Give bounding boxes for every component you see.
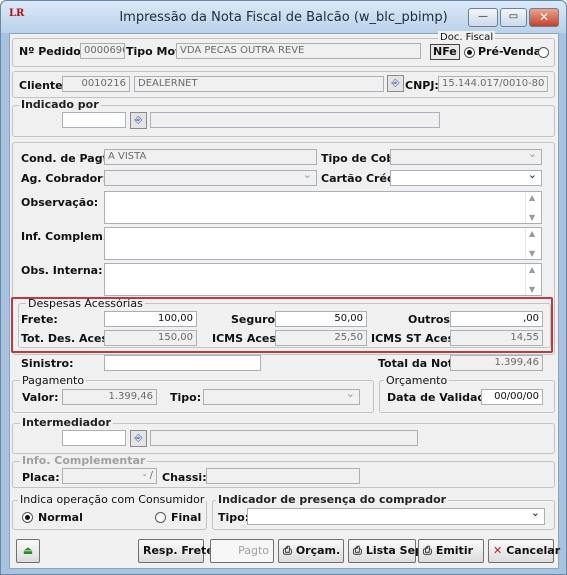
lista-sep-label: Lista Sep [365,544,423,557]
indicado-codigo-field[interactable] [62,112,126,128]
presenca-title: Indicador de presença do comprador [216,493,449,506]
orcam-button[interactable]: ⎙ Orçam. [278,539,344,563]
indicado-nome-field[interactable] [150,112,440,128]
inf-complem-textarea[interactable]: ▲ ▼ [104,227,542,260]
tipo-cob-select[interactable] [390,149,542,165]
intermediador-nome-field[interactable] [150,430,418,446]
cancelar-label: Cancelar [506,544,561,557]
cond-pagto-field[interactable]: A VISTA [104,149,317,165]
obs-interna-textarea[interactable]: ▲ ▼ [104,263,542,296]
printer-icon: ⎙ [423,544,432,557]
intermediador-lookup-icon[interactable]: ⎆ [130,430,147,447]
cliente-label: Cliente: [19,79,68,92]
valor-field: 1.399,46 [62,389,157,405]
nfe-radio[interactable] [538,47,549,58]
pre-venda-radio[interactable] [464,47,475,58]
inf-complem-scrollbar[interactable]: ▲ ▼ [525,228,541,259]
tipo-mov-field[interactable]: VDA PECAS OUTRA REVE [176,43,421,59]
despesas-highlight-box [11,297,553,353]
resp-frete-button[interactable]: Resp. Frete [138,539,214,563]
presenca-tipo-select[interactable] [247,508,545,525]
info-compl-title: Info. Complementar [20,454,148,467]
doc-fiscal-title: Doc. Fiscal [438,31,496,45]
title-bar[interactable]: LR Impressão da Nota Fiscal de Balcão (w… [1,1,566,33]
indicado-lookup-icon[interactable]: ⎆ [130,112,147,129]
cliente-lookup-icon[interactable]: ⎆ [387,75,404,92]
final-radio[interactable] [155,512,166,523]
sinistro-label: Sinistro: [21,357,74,370]
obs-interna-scrollbar[interactable]: ▲ ▼ [525,264,541,295]
ag-cobrador-select[interactable] [104,170,317,186]
normal-label: Normal [38,511,83,524]
observacao-label: Observação: [21,196,99,209]
emitir-button[interactable]: ⎙ Emitir [418,539,484,563]
printer-icon: ⎙ [353,544,362,557]
close-button[interactable]: ✕ [529,8,559,27]
cnpj-label: CNPJ: [405,79,439,92]
validade-field[interactable]: 00/00/00 [481,389,543,405]
total-nota-field: 1.399,46 [450,355,543,371]
cartao-label: Cartão Créd: [321,172,400,185]
printer-icon: ⎙ [283,544,292,557]
cliente-nome-field[interactable]: DEALERNET [134,76,384,92]
observacao-textarea[interactable]: ▲ ▼ [104,191,542,224]
chassi-label: Chassi: [162,471,207,484]
tipo-pag-label: Tipo: [170,391,202,404]
orcam-label: Orçam. [295,544,341,557]
sinistro-field[interactable] [104,355,261,371]
orcamento-title: Orçamento [384,374,450,387]
cancel-x-icon: ✕ [493,544,503,557]
presenca-tipo-label: Tipo: [218,511,250,524]
placa-field[interactable]: - / [62,468,157,484]
lista-sep-button[interactable]: ⎙ Lista Sep [348,539,423,563]
pagamento-title: Pagamento [20,374,87,387]
inf-complem-label: Inf. Complem.: [21,230,112,243]
pagto-button[interactable]: Pagto [210,539,274,563]
cliente-codigo-field[interactable]: 0010216 [62,76,130,92]
pedido-field[interactable]: 0000696 [80,43,125,59]
minimize-button[interactable]: — [468,8,498,27]
consumidor-title: Indica operação com Consumidor [18,493,207,506]
observacao-scrollbar[interactable]: ▲ ▼ [525,192,541,223]
intermediador-codigo-field[interactable] [62,430,126,446]
placa-label: Placa: [22,471,60,484]
nfe-button[interactable]: NFe [430,44,460,60]
final-label: Final [171,511,202,524]
tipo-pag-select[interactable] [203,389,360,405]
cnpj-field[interactable]: 15.144.017/0010-80 [438,76,548,92]
obs-interna-label: Obs. Interna: [21,264,103,277]
exit-door-icon[interactable]: ⏏ [16,539,40,563]
normal-radio[interactable] [22,512,33,523]
cancelar-button[interactable]: ✕ Cancelar [488,539,560,563]
pedido-label: Nº Pedido: [19,45,86,58]
maximize-button[interactable]: ▭ [500,8,527,27]
indicado-title: Indicado por [19,98,101,111]
chassi-field[interactable] [206,468,360,484]
emitir-label: Emitir [435,544,474,557]
intermediador-title: Intermediador [20,416,113,429]
cartao-select[interactable] [390,170,542,186]
ag-cobrador-label: Ag. Cobrador: [21,172,108,185]
pre-venda-label: Pré-Venda [478,45,542,58]
window: LR Impressão da Nota Fiscal de Balcão (w… [0,0,567,575]
valor-label: Valor: [22,391,59,404]
